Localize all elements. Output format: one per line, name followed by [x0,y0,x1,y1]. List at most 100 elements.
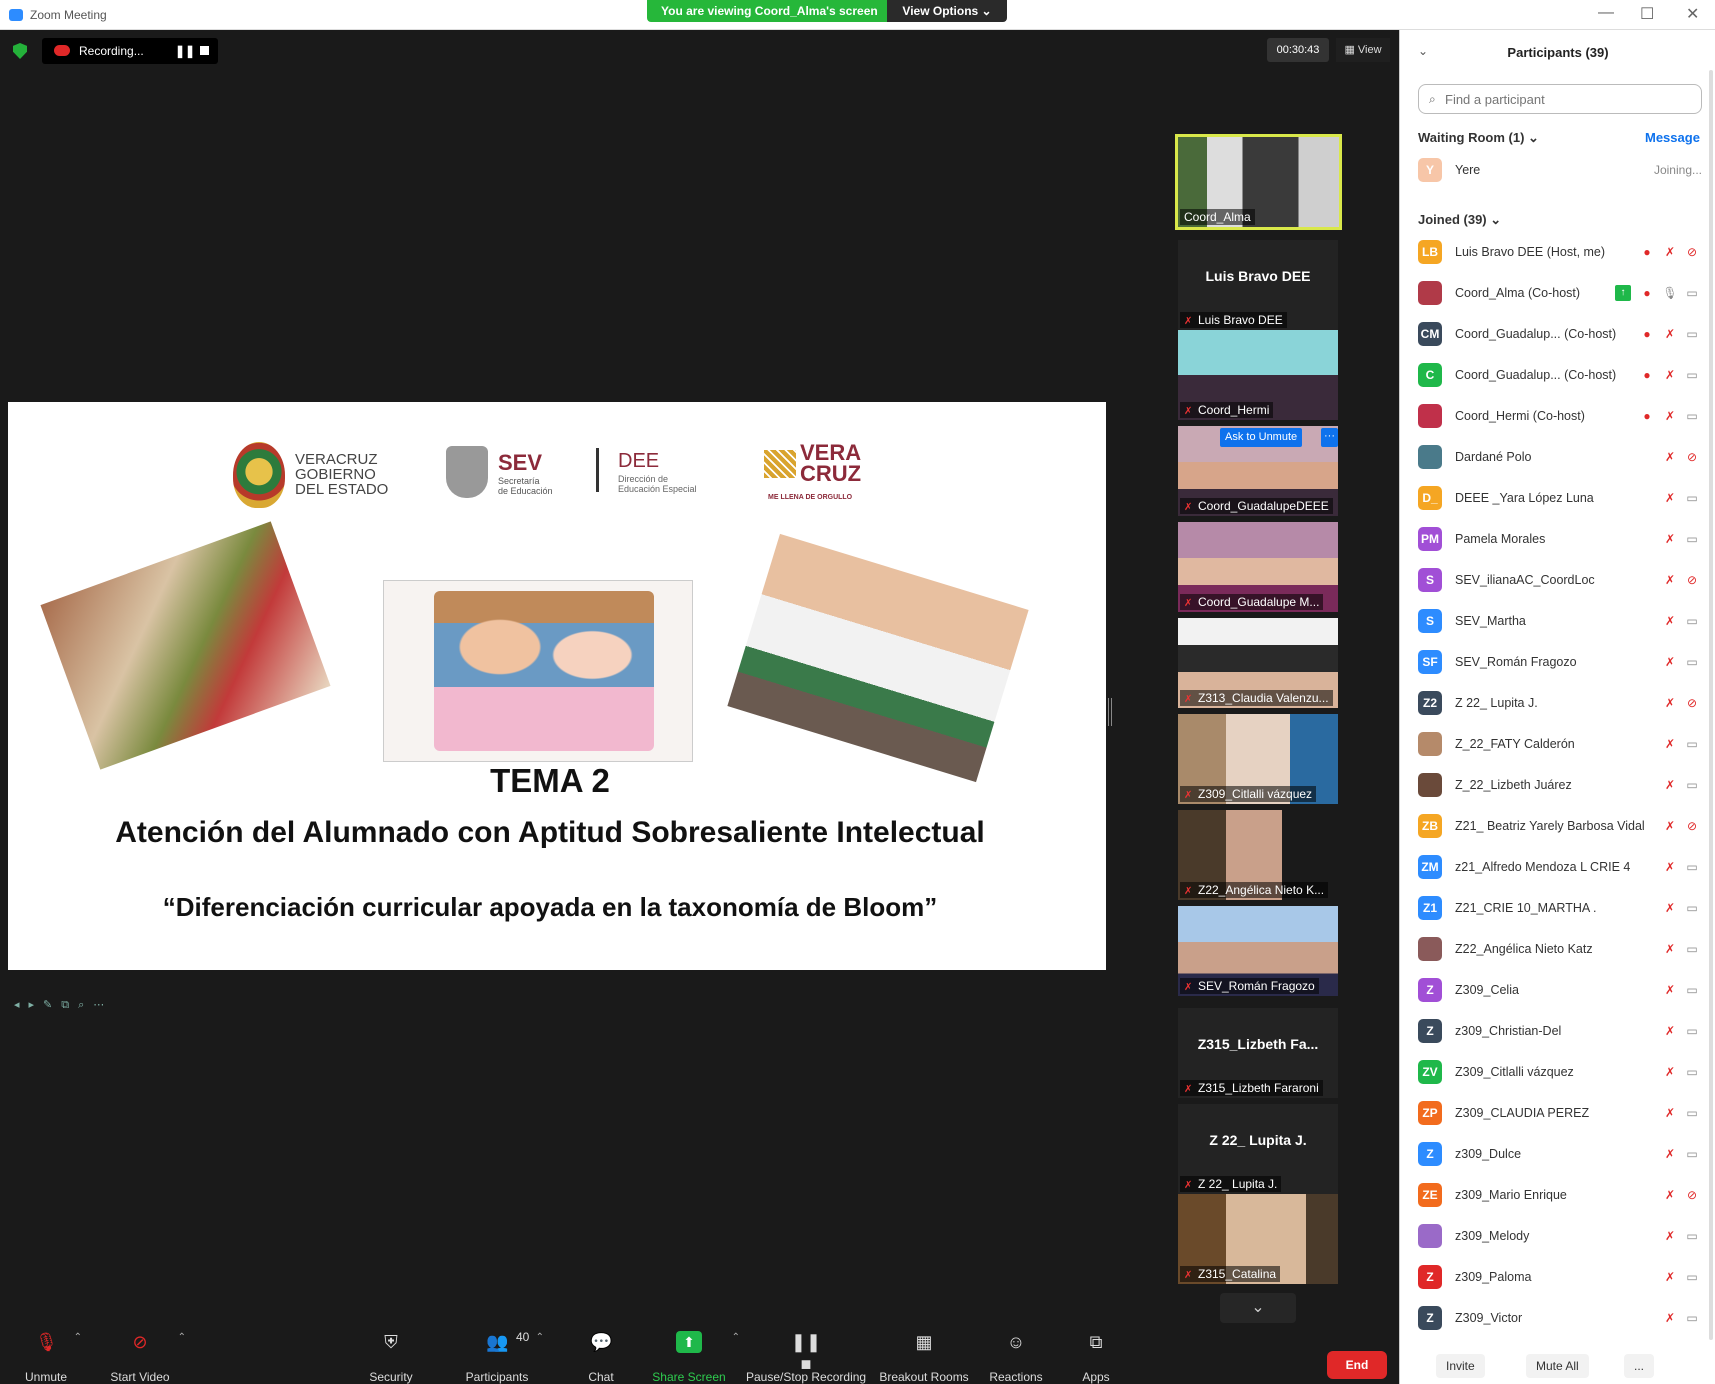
mic-off-icon[interactable]: ✗ [1662,1105,1678,1121]
start-video-button[interactable]: ⊘ Start Video ⌃ [106,1324,186,1384]
more-options-button[interactable]: ... [1624,1354,1655,1378]
video-off-icon[interactable]: ⊘ [1684,1187,1700,1203]
mic-off-icon[interactable]: ✗ [1662,1310,1678,1326]
mute-all-button[interactable]: Mute All [1526,1354,1589,1378]
view-options-button[interactable]: View Options ⌄ [887,0,1007,22]
video-tile[interactable]: ✗ Z309_Citlalli vázquez [1178,714,1338,804]
mic-off-icon[interactable]: ✗ [1662,408,1678,424]
unmute-button[interactable]: 🎙 Unmute ⌃ [20,1324,82,1384]
video-tile[interactable]: Z 22_ Lupita J. ✗ Z 22_ Lupita J. [1178,1104,1338,1194]
stop-recording-icon[interactable] [200,46,209,55]
video-on-icon[interactable]: ▭ [1684,777,1700,793]
video-options-caret[interactable]: ⌃ [178,1332,186,1343]
mic-off-icon[interactable]: ✗ [1662,1064,1678,1080]
video-tile[interactable]: ✗ SEV_Román Fragozo [1178,906,1338,996]
slide-nav-controls[interactable]: ◂▸✎⧉⌕⋯ [14,998,113,1012]
split-divider-handle[interactable] [1108,698,1112,726]
joined-header[interactable]: Joined (39) ⌄ [1418,212,1501,228]
mic-off-icon[interactable]: ✗ [1662,900,1678,916]
chat-button[interactable]: 💬 Chat [580,1324,622,1384]
video-on-icon[interactable]: ▭ [1684,490,1700,506]
mic-off-icon[interactable]: ✗ [1662,244,1678,260]
apps-button[interactable]: ⧉ Apps [1080,1324,1112,1384]
participant-row[interactable]: Z1 Z21_CRIE 10_MARTHA . ✗ ▭ [1418,891,1708,925]
tile-more-button[interactable]: ··· [1321,428,1338,447]
mic-off-icon[interactable]: ✗ [1662,695,1678,711]
participant-row[interactable]: LB Luis Bravo DEE (Host, me) ● ✗ ⊘ [1418,235,1708,269]
share-screen-button[interactable]: ⬆ Share Screen ⌃ [652,1324,740,1384]
participant-row[interactable]: Z2 Z 22_ Lupita J. ✗ ⊘ [1418,686,1708,720]
video-on-icon[interactable]: ▭ [1684,613,1700,629]
participant-row[interactable]: Z22_Angélica Nieto Katz ✗ ▭ [1418,932,1708,966]
mic-off-icon[interactable]: ✗ [1662,818,1678,834]
pause-stop-recording-button[interactable]: ❚❚ ■ Pause/Stop Recording [746,1324,866,1384]
waiting-room-header[interactable]: Waiting Room (1) ⌄ [1418,130,1539,146]
mic-off-icon[interactable]: ✗ [1662,777,1678,793]
video-tile[interactable]: ✗ Z313_Claudia Valenzu... [1178,618,1338,708]
shield-icon[interactable] [13,43,27,59]
video-on-icon[interactable]: ▭ [1684,941,1700,957]
participant-row[interactable]: S SEV_ilianaAC_CoordLoc ✗ ⊘ [1418,563,1708,597]
video-on-icon[interactable]: ▭ [1684,900,1700,916]
video-tile[interactable]: ✗ Z22_Angélica Nieto K... [1178,810,1338,900]
view-button[interactable]: ▦ View [1336,38,1390,62]
participant-row[interactable]: Zz309_Paloma ✗ ▭ [1418,1260,1708,1294]
video-tile[interactable]: ✗ Coord_Hermi [1178,330,1338,420]
video-on-icon[interactable]: ▭ [1684,736,1700,752]
video-off-icon[interactable]: ⊘ [1684,449,1700,465]
participant-row[interactable]: SF SEV_Román Fragozo ✗ ▭ [1418,645,1708,679]
participant-row[interactable]: C Coord_Guadalup... (Co-host) ● ✗ ▭ [1418,358,1708,392]
mic-off-icon[interactable]: ✗ [1662,1187,1678,1203]
video-on-icon[interactable]: ▭ [1684,531,1700,547]
video-off-icon[interactable]: ⊘ [1684,244,1700,260]
end-meeting-button[interactable]: End [1327,1351,1387,1379]
mic-off-icon[interactable]: ✗ [1662,982,1678,998]
participant-row[interactable]: Zz309_Dulce ✗ ▭ [1418,1137,1708,1171]
video-on-icon[interactable]: ▭ [1684,982,1700,998]
mic-off-icon[interactable]: ✗ [1662,1228,1678,1244]
mic-off-icon[interactable]: ✗ [1662,367,1678,383]
participant-row[interactable]: S SEV_Martha ✗ ▭ [1418,604,1708,638]
message-waiting-room-link[interactable]: Message [1645,130,1700,145]
mic-off-icon[interactable]: ✗ [1662,490,1678,506]
video-off-icon[interactable]: ⊘ [1684,572,1700,588]
participant-row[interactable]: Z Z309_Celia ✗ ▭ [1418,973,1708,1007]
video-on-icon[interactable]: ▭ [1684,1269,1700,1285]
mic-off-icon[interactable]: ✗ [1662,1023,1678,1039]
participant-search-input[interactable] [1445,90,1695,108]
video-on-icon[interactable]: ▭ [1684,408,1700,424]
close-button[interactable]: ✕ [1686,4,1699,24]
video-off-icon[interactable]: ⊘ [1684,818,1700,834]
participant-search[interactable]: ⌕ [1418,84,1702,114]
reactions-button[interactable]: ☺ Reactions [986,1324,1046,1384]
participant-row[interactable]: Coord_Hermi (Co-host) ● ✗ ▭ [1418,399,1708,433]
mic-off-icon[interactable]: ✗ [1662,572,1678,588]
audio-options-caret[interactable]: ⌃ [74,1332,82,1343]
video-on-icon[interactable]: ▭ [1684,1310,1700,1326]
video-tile[interactable]: Z315_Lizbeth Fa... ✗ Z315_Lizbeth Fararon… [1178,1008,1338,1098]
mic-off-icon[interactable]: ✗ [1662,1146,1678,1162]
video-on-icon[interactable]: ▭ [1684,1228,1700,1244]
participant-row[interactable]: ZB Z21_ Beatriz Yarely Barbosa Vidal ✗ ⊘ [1418,809,1708,843]
video-tile[interactable]: ✗ Coord_Guadalupe M... [1178,522,1338,612]
panel-scrollbar[interactable] [1709,70,1713,1340]
participant-row[interactable]: Zz309_Christian-Del ✗ ▭ [1418,1014,1708,1048]
mic-off-icon[interactable]: ✗ [1662,449,1678,465]
participant-row[interactable]: Z_22_FATY Calderón ✗ ▭ [1418,727,1708,761]
video-on-icon[interactable]: ▭ [1684,859,1700,875]
video-on-icon[interactable]: ▭ [1684,367,1700,383]
participant-row[interactable]: PM Pamela Morales ✗ ▭ [1418,522,1708,556]
mic-off-icon[interactable]: ✗ [1662,326,1678,342]
participant-row[interactable]: Dardané Polo ✗ ⊘ [1418,440,1708,474]
waiting-participant-row[interactable]: Y Yere Joining... [1418,156,1702,184]
invite-button[interactable]: Invite [1436,1354,1485,1378]
minimize-button[interactable]: — [1598,4,1614,22]
mic-off-icon[interactable]: ✗ [1662,613,1678,629]
participant-row[interactable]: ZP Z309_CLAUDIA PEREZ ✗ ▭ [1418,1096,1708,1130]
mic-on-icon[interactable]: 🎙 [1662,285,1678,301]
video-on-icon[interactable]: ▭ [1684,1023,1700,1039]
share-options-caret[interactable]: ⌃ [732,1332,740,1343]
video-tile[interactable]: Coord_Alma [1175,134,1342,230]
participant-row[interactable]: ZV Z309_Citlalli vázquez ✗ ▭ [1418,1055,1708,1089]
mic-off-icon[interactable]: ✗ [1662,1269,1678,1285]
